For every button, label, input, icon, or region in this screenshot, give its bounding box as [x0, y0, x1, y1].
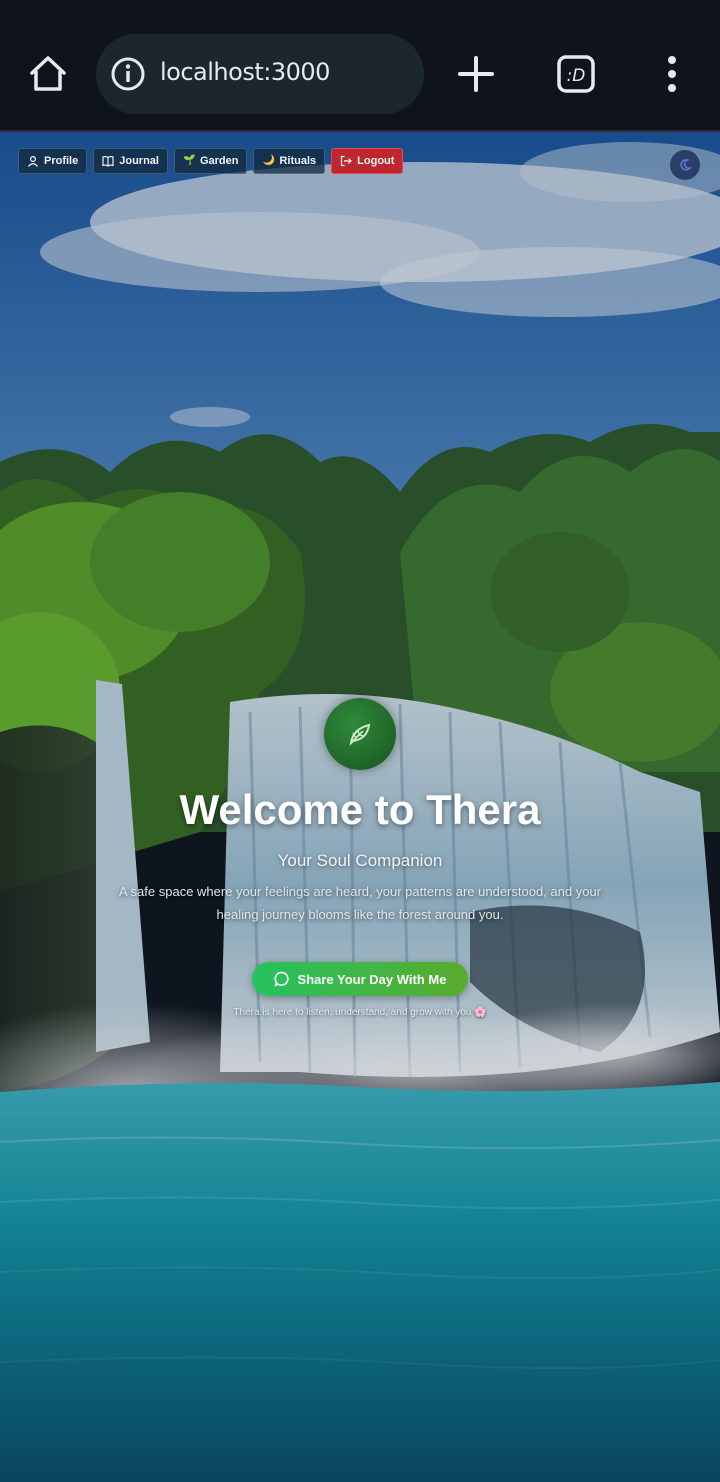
nav-logout-label: Logout	[357, 155, 395, 167]
leaf-icon	[349, 723, 371, 746]
nav-garden-label: Garden	[199, 155, 239, 167]
nav-profile-label: Profile	[44, 155, 79, 167]
hero-tagline: Thera is here to listen, understand, and…	[233, 1007, 487, 1018]
page-content: Profile Journal 🌱 Garden 🌙 Rituals Logou…	[0, 132, 720, 1482]
home-icon[interactable]	[26, 52, 70, 96]
hero-title: Welcome to Thera	[179, 786, 541, 833]
share-day-button[interactable]: Share Your Day With Me	[252, 962, 468, 996]
address-bar[interactable]: localhost:3000	[96, 34, 424, 114]
seedling-icon: 🌱	[182, 155, 196, 166]
nav-journal-label: Journal	[119, 155, 159, 167]
nav-garden-button[interactable]: 🌱 Garden	[173, 148, 248, 174]
tab-switcher-icon[interactable]: :D	[556, 54, 596, 94]
nav-profile-button[interactable]: Profile	[18, 148, 88, 174]
logout-icon	[341, 155, 353, 167]
new-tab-icon[interactable]	[456, 54, 496, 94]
hero-description: A safe space where your feelings are hea…	[118, 884, 601, 922]
chat-bubble-icon	[274, 971, 289, 987]
moon-icon: 🌙	[262, 155, 275, 166]
svg-text::D: :D	[567, 66, 586, 86]
nav-logout-button[interactable]: Logout	[331, 148, 404, 174]
book-icon	[102, 156, 114, 167]
hero-subtitle: Your Soul Companion	[277, 851, 443, 870]
moon-icon	[680, 159, 692, 171]
top-nav: Profile Journal 🌱 Garden 🌙 Rituals Logou…	[18, 148, 404, 174]
leaf-logo	[324, 698, 396, 770]
user-icon	[28, 155, 38, 167]
nav-rituals-label: Rituals	[279, 155, 317, 167]
browser-toolbar: localhost:3000 :D	[0, 0, 720, 132]
theme-toggle-button[interactable]	[670, 150, 700, 180]
nav-rituals-button[interactable]: 🌙 Rituals	[253, 148, 326, 174]
share-day-label: Share Your Day With Me	[297, 971, 447, 987]
url-text: localhost:3000	[160, 58, 330, 86]
nav-journal-button[interactable]: Journal	[93, 148, 168, 174]
more-menu-icon[interactable]	[660, 54, 684, 94]
info-icon[interactable]	[110, 56, 146, 92]
